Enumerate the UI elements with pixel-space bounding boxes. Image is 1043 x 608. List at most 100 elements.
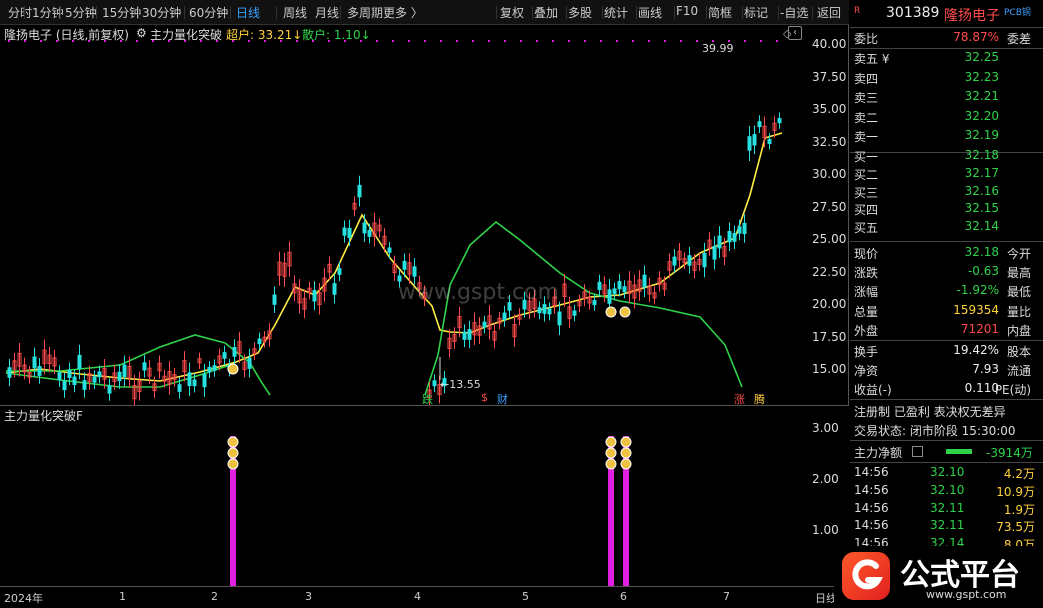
sub-y-tick: 2.00 (812, 472, 839, 486)
toolbar-divider (24, 6, 25, 19)
row-ext-label: PE(动) (994, 383, 1031, 397)
row-ext-label: 流通 (1006, 364, 1031, 378)
main-kline-chart[interactable]: 隆扬电子 (日线,前复权) ⚙ 主力量化突破 超户: 33.21↓ 散户: 1.… (0, 25, 849, 406)
coin-marker (619, 306, 631, 318)
signal-dot (376, 40, 378, 42)
y-tick: 15.00 (812, 362, 847, 376)
net-bar (946, 449, 972, 454)
stat-row: 涨跌 -0.63 最高 (854, 264, 1039, 282)
weidiff-label: 委差 (1006, 32, 1031, 46)
y-tick: 17.50 (812, 329, 847, 344)
row-value: 159354 (953, 302, 999, 317)
tick-row[interactable]: 14:56 32.11 1.9万 (854, 501, 1039, 519)
tab-5min[interactable]: 5分钟 (65, 4, 97, 21)
tab-more[interactable]: 更多 〉 (383, 4, 423, 21)
kline-plot (5, 40, 783, 405)
toolbar-divider (340, 6, 341, 19)
row-value: 32.20 (964, 108, 999, 123)
tab-15min[interactable]: 15分钟 (102, 4, 141, 21)
draw-button[interactable]: 画线 (638, 4, 662, 21)
back-button[interactable]: 返回 (817, 4, 841, 21)
candle-body (767, 138, 772, 144)
coin-marker (227, 436, 239, 448)
candle-body (777, 117, 782, 124)
candle-body (212, 365, 217, 371)
logo-sub: www.gspt.com (926, 588, 1007, 601)
f10-button[interactable]: F10 (676, 4, 698, 18)
candle-body (687, 255, 692, 266)
candle-body (57, 372, 62, 380)
stat-row: 收益(-) 0.110 PE(动) (854, 381, 1039, 399)
simple-button[interactable]: 简框 (708, 4, 732, 21)
stat-row: 现价 32.18 今开 (854, 245, 1039, 263)
x-tick: 7 (723, 590, 730, 603)
signal-dot (472, 40, 474, 42)
overlay-button[interactable]: 叠加 (534, 4, 558, 21)
indicator-name[interactable]: 主力量化突破 (150, 26, 222, 43)
multi-stock-button[interactable]: 多股 (568, 4, 592, 21)
net-value: -3914万 (986, 446, 1033, 460)
candle-body (747, 136, 752, 151)
stat-row: 换手 19.42% 股本 (854, 343, 1039, 361)
industry-tag[interactable]: PCB铜 (1004, 5, 1031, 18)
sub-indicator-chart[interactable]: 主力量化突破F 3.00 2.00 1.00 (0, 405, 849, 587)
tab-daily[interactable]: 日线 (236, 4, 260, 21)
adjust-button[interactable]: 复权 (500, 4, 524, 21)
chevron-left-icon[interactable]: ‹ (788, 26, 802, 40)
stats-button[interactable]: 统计 (604, 4, 628, 21)
time-axis: 2024年 1 2 3 4 5 6 7 日线 (0, 586, 849, 608)
row-label: 净资 (854, 364, 879, 378)
row-value: 32.21 (964, 89, 999, 103)
signal-dot (392, 40, 394, 42)
row-label: 买三 (854, 185, 879, 200)
watermark: www.gspt.com (398, 280, 559, 305)
tab-monthly[interactable]: 月线 (315, 4, 339, 21)
row-value: 32.18 (964, 148, 999, 162)
tab-weekly[interactable]: 周线 (283, 4, 307, 21)
signal-dot (520, 40, 522, 42)
candle-body (337, 268, 342, 275)
row-value: -0.63 (967, 264, 999, 279)
tick-row[interactable]: 14:56 32.11 73.5万 (854, 518, 1039, 536)
y-tick: 37.50 (812, 69, 847, 84)
row-label: 买五 (854, 221, 879, 236)
gear-icon[interactable]: ⚙ (136, 26, 147, 40)
candle-body (62, 380, 67, 391)
candle-body (462, 331, 467, 340)
watchlist-button[interactable]: -自选 (780, 4, 808, 21)
sub-indicator-name[interactable]: 主力量化突破F (4, 407, 83, 424)
y-tick: 25.00 (812, 232, 847, 246)
mark-button[interactable]: 标记 (744, 4, 768, 21)
signal-dot (536, 40, 538, 42)
candle-body (82, 380, 87, 390)
tick-row[interactable]: 14:56 32.10 10.9万 (854, 483, 1039, 501)
super-label: 超户: 33.21↓ (226, 28, 303, 42)
row-ext-label: 今开 (1006, 247, 1031, 261)
tab-fenshi[interactable]: 分时 (8, 4, 32, 21)
candle-body (592, 300, 597, 306)
list-icon[interactable] (912, 446, 923, 457)
tab-30min[interactable]: 30分钟 (142, 4, 181, 21)
tick-time: 14:56 (854, 482, 889, 497)
candle-body (362, 222, 367, 234)
signal-dot (552, 40, 554, 42)
toolbar-divider (496, 6, 497, 19)
candle-body (607, 289, 612, 304)
sell-level-row: 卖五 ¥ 32.25 (854, 50, 1039, 68)
candle-body (97, 371, 102, 378)
candle-body (272, 294, 277, 305)
row-value: 32.15 (964, 201, 999, 216)
gspt-logo: 公式平台 www.gspt.com (834, 546, 1043, 608)
coin-marker (227, 458, 239, 470)
tab-multi[interactable]: 多周期 (347, 4, 383, 21)
candle-body (737, 226, 742, 234)
toolbar-divider (276, 6, 277, 19)
tab-1min[interactable]: 1分钟 (32, 4, 64, 21)
candle-body (257, 338, 262, 345)
x-tick: 2 (211, 590, 218, 603)
tab-60min[interactable]: 60分钟 (189, 4, 228, 21)
row-label: 卖三 (854, 91, 879, 105)
candle-body (187, 372, 192, 387)
candle-body (67, 369, 72, 378)
tick-row[interactable]: 14:56 32.10 4.2万 (854, 465, 1039, 483)
